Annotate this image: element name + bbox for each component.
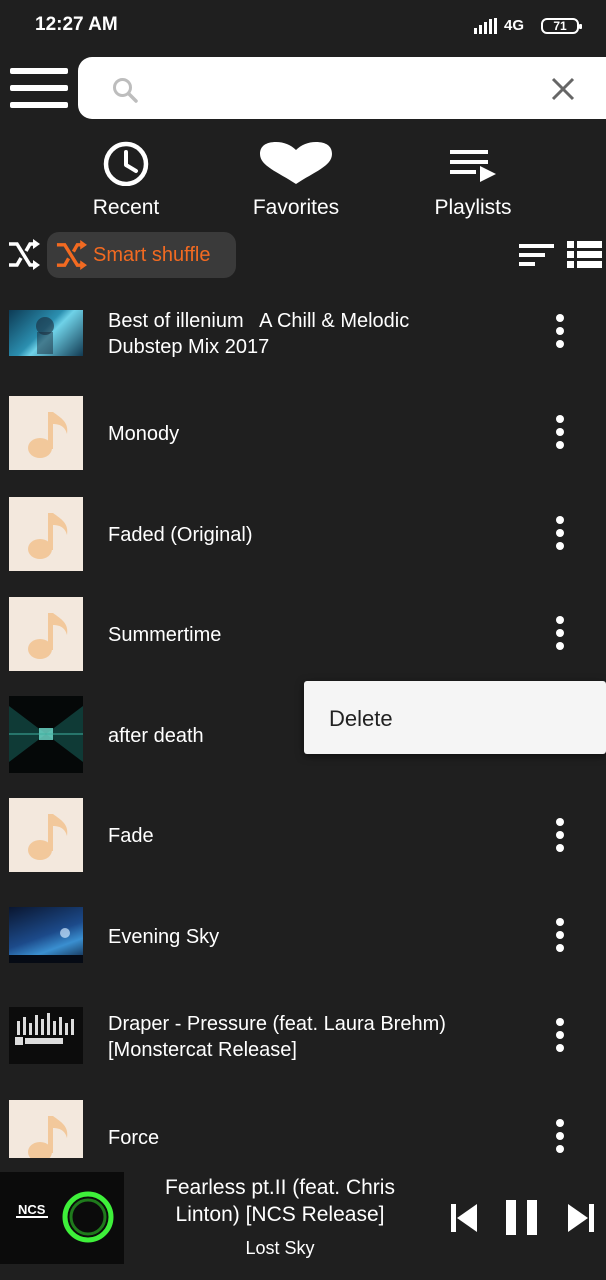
search-bar — [78, 57, 606, 119]
context-menu: Delete — [304, 681, 606, 754]
track-title: Best of illenium A Chill & Melodic Dubst… — [108, 310, 410, 358]
music-note-icon — [9, 497, 83, 571]
more-options-icon[interactable] — [551, 516, 569, 552]
more-options-icon[interactable] — [551, 415, 569, 451]
music-note-icon — [9, 597, 83, 671]
more-options-icon[interactable] — [551, 818, 569, 854]
track-title: Summertime — [108, 624, 222, 646]
now-playing-artist: Lost Sky — [245, 1238, 315, 1258]
nav-label-recent: Recent — [92, 196, 160, 219]
track-thumbnail — [9, 696, 83, 773]
battery-level: 71 — [553, 19, 567, 33]
previous-icon[interactable] — [449, 1202, 479, 1234]
playlist-icon — [450, 150, 496, 182]
music-note-icon — [9, 798, 83, 872]
track-title: Force — [108, 1127, 160, 1149]
more-options-icon[interactable] — [551, 616, 569, 652]
now-playing-bar[interactable]: NCS Fearless pt.II (feat. Chris Linton) … — [0, 1164, 606, 1280]
smart-shuffle-label: Smart shuffle — [93, 244, 211, 266]
nav-label-favorites: Favorites — [252, 196, 340, 219]
track-row[interactable]: Summertime — [0, 590, 606, 690]
status-bar: 12:27 AM 4G 71 — [0, 0, 606, 52]
sort-icon[interactable] — [519, 242, 554, 268]
battery-icon: 71 — [541, 18, 582, 34]
nav-playlists[interactable]: Playlists — [398, 140, 548, 224]
track-thumbnail — [9, 310, 83, 356]
nav-favorites[interactable]: Favorites — [221, 140, 371, 224]
more-options-icon[interactable] — [551, 1018, 569, 1054]
track-row[interactable]: Force — [0, 1090, 606, 1158]
smart-shuffle-icon — [56, 239, 87, 271]
search-icon — [113, 78, 138, 103]
menu-icon[interactable] — [10, 68, 68, 108]
clock-icon — [103, 141, 149, 186]
smart-shuffle-button[interactable]: Smart shuffle — [47, 232, 236, 278]
shuffle-icon[interactable] — [7, 238, 40, 271]
heart-icon — [260, 142, 332, 184]
track-thumbnail — [9, 1007, 83, 1064]
track-title: Faded (Original) — [108, 524, 253, 546]
more-options-icon[interactable] — [551, 314, 569, 350]
status-time: 12:27 AM — [35, 14, 118, 35]
search-input[interactable] — [152, 71, 532, 105]
signal-icon — [474, 18, 497, 34]
music-note-icon — [9, 1100, 83, 1158]
nav-recent[interactable]: Recent — [51, 140, 201, 224]
pause-icon[interactable] — [505, 1199, 539, 1236]
track-row[interactable]: Monody — [0, 390, 606, 490]
now-playing-title: Fearless pt.II (feat. Chris Linton) [NCS… — [165, 1176, 395, 1226]
track-row[interactable]: Fade — [0, 790, 606, 890]
nav-label-playlists: Playlists — [434, 196, 512, 219]
clear-icon[interactable] — [550, 76, 576, 102]
track-row[interactable]: Faded (Original) — [0, 490, 606, 590]
list-view-icon[interactable] — [567, 241, 602, 269]
music-note-icon — [9, 396, 83, 470]
track-title: Fade — [108, 825, 154, 847]
network-type: 4G — [504, 17, 525, 34]
track-row[interactable]: Draper - Pressure (feat. Laura Brehm) [M… — [0, 990, 606, 1090]
track-row[interactable]: Evening Sky — [0, 890, 606, 990]
track-title: Evening Sky — [108, 926, 220, 948]
more-options-icon[interactable] — [551, 1119, 569, 1155]
track-title: Draper - Pressure (feat. Laura Brehm) [M… — [108, 1013, 446, 1061]
album-art-logo: NCS — [18, 1202, 46, 1217]
album-art[interactable]: NCS — [0, 1172, 124, 1264]
track-thumbnail — [9, 907, 83, 963]
more-options-icon[interactable] — [551, 918, 569, 954]
delete-menu-item[interactable]: Delete — [329, 706, 393, 732]
track-row[interactable]: Best of illenium A Chill & Melodic Dubst… — [0, 290, 606, 390]
next-icon[interactable] — [566, 1202, 596, 1234]
track-title: Monody — [108, 423, 180, 445]
